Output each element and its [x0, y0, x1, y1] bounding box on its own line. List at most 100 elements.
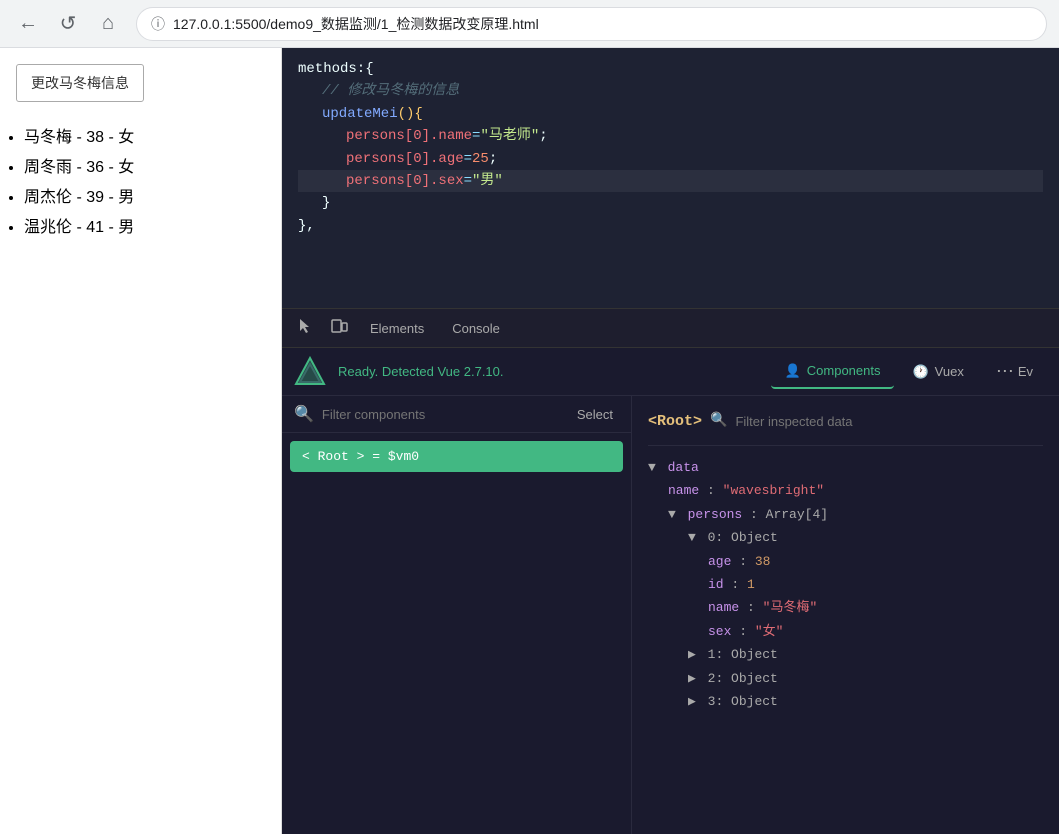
back-button[interactable]: ←: [12, 8, 44, 40]
webpage-panel: 更改马冬梅信息 马冬梅 - 38 - 女 周冬雨 - 36 - 女 周杰伦 - …: [0, 48, 282, 834]
code-text: =: [472, 125, 480, 147]
list-item: 马冬梅 - 38 - 女: [24, 126, 265, 150]
home-button[interactable]: ⌂: [92, 8, 124, 40]
code-method: updateMei: [322, 103, 398, 125]
code-text: {: [365, 58, 373, 80]
code-line: methods: {: [298, 58, 1043, 80]
code-text: }: [322, 192, 330, 214]
code-line: // 修改马冬梅的信息: [298, 80, 1043, 102]
cursor-icon: [296, 317, 314, 335]
item2-expand-icon[interactable]: ▶: [688, 671, 696, 686]
data-section-key: data: [668, 460, 699, 475]
data-item1-row: ▶ 1: Object: [648, 643, 1043, 666]
components-panel: 🔍 Select < Root > = $vm0: [282, 396, 1059, 834]
persons-meta: Array[4]: [766, 507, 828, 522]
vue-header: Ready. Detected Vue 2.7.10. 👤 Components…: [282, 348, 1059, 396]
list-item: 周冬雨 - 36 - 女: [24, 156, 265, 180]
code-line: persons[0].age = 25 ;: [298, 148, 1043, 170]
colon6: :: [739, 624, 755, 639]
data-name-item-row: name : "马冬梅": [648, 596, 1043, 619]
code-line: persons[0].name = "马老师" ;: [298, 125, 1043, 147]
device-toggle-button[interactable]: [324, 313, 354, 344]
events-tab-label: Ev: [1018, 364, 1033, 379]
code-text: =: [464, 170, 472, 192]
code-text: persons[0].name: [346, 125, 472, 147]
code-text: ;: [539, 125, 547, 147]
code-line: }: [298, 192, 1043, 214]
breadcrumb-root-tag: <Root>: [648, 408, 702, 435]
events-tab-icon: ⋯: [996, 361, 1012, 382]
url-text: 127.0.0.1:5500/demo9_数据监测/1_检测数据改变原理.htm…: [173, 14, 1032, 34]
data-collapse-icon[interactable]: ▼: [648, 460, 656, 475]
inspect-element-button[interactable]: [290, 313, 320, 344]
data-section: ▼ data name : "wavesbright" ▼ persons: [648, 456, 1043, 713]
persons-collapse-icon[interactable]: ▼: [668, 507, 676, 522]
root-vm-label: = $vm0: [372, 449, 419, 464]
data-age-row: age : 38: [648, 550, 1043, 573]
filter-data-input[interactable]: [735, 414, 911, 429]
components-tab-icon: 👤: [785, 363, 801, 379]
vuex-tab-icon: 🕐: [912, 364, 928, 380]
vuex-tab-label: Vuex: [935, 364, 964, 379]
devtools-toolbar: Elements Console: [282, 308, 1059, 348]
tab-vuex[interactable]: 🕐 Vuex: [898, 356, 977, 388]
data-panel: <Root> 🔍 ▼ data name :: [632, 396, 1059, 834]
right-panel: methods: { // 修改马冬梅的信息 updateMei(){ pers…: [282, 48, 1059, 834]
elements-tab[interactable]: Elements: [358, 313, 436, 344]
data-name-row: name : "wavesbright": [648, 479, 1043, 502]
filter-components-input[interactable]: [322, 407, 563, 422]
code-editor: methods: { // 修改马冬梅的信息 updateMei(){ pers…: [282, 48, 1059, 308]
update-button[interactable]: 更改马冬梅信息: [16, 64, 144, 102]
tab-events[interactable]: ⋯ Ev: [982, 353, 1047, 390]
code-text: methods:: [298, 58, 365, 80]
item2-label: 2: Object: [708, 671, 778, 686]
address-bar[interactable]: ⓘ 127.0.0.1:5500/demo9_数据监测/1_检测数据改变原理.h…: [136, 7, 1047, 41]
code-text: (){: [398, 103, 423, 125]
data-persons-row: ▼ persons : Array[4]: [648, 503, 1043, 526]
root-tag: < Root >: [302, 449, 364, 464]
item0-label: 0: Object: [708, 530, 778, 545]
sex-key: sex: [708, 624, 731, 639]
data-item3-row: ▶ 3: Object: [648, 690, 1043, 713]
select-button[interactable]: Select: [571, 405, 619, 424]
code-text: 25: [472, 148, 489, 170]
colon5: :: [747, 600, 763, 615]
colon4: :: [731, 577, 747, 592]
persons-key: persons: [688, 507, 743, 522]
item1-label: 1: Object: [708, 647, 778, 662]
comp-breadcrumb: <Root> 🔍: [648, 408, 1043, 446]
vue-tabs: 👤 Components 🕐 Vuex ⋯ Ev: [771, 353, 1047, 390]
colon2: :: [750, 507, 766, 522]
data-item2-row: ▶ 2: Object: [648, 667, 1043, 690]
code-text: persons[0].age: [346, 148, 464, 170]
item1-expand-icon[interactable]: ▶: [688, 647, 696, 662]
comp-search-bar: 🔍 Select: [282, 396, 631, 433]
code-line: updateMei(){: [298, 103, 1043, 125]
root-component-item[interactable]: < Root > = $vm0: [290, 441, 623, 472]
data-header-row: ▼ data: [648, 456, 1043, 479]
sex-val: "女": [755, 624, 784, 639]
list-item: 周杰伦 - 39 - 男: [24, 186, 265, 210]
code-line: },: [298, 215, 1043, 237]
console-tab[interactable]: Console: [440, 313, 512, 344]
main-area: 更改马冬梅信息 马冬梅 - 38 - 女 周冬雨 - 36 - 女 周杰伦 - …: [0, 48, 1059, 834]
code-line-highlighted: persons[0].sex = "男": [298, 170, 1043, 192]
code-text: "马老师": [480, 125, 539, 147]
search-icon-sm: 🔍: [710, 409, 727, 434]
code-text: "男": [472, 170, 503, 192]
comp-sidebar: 🔍 Select < Root > = $vm0: [282, 396, 632, 834]
tab-components[interactable]: 👤 Components: [771, 355, 895, 389]
vue-devtools: Ready. Detected Vue 2.7.10. 👤 Components…: [282, 348, 1059, 834]
person-list: 马冬梅 - 38 - 女 周冬雨 - 36 - 女 周杰伦 - 39 - 男 温…: [0, 118, 281, 262]
colon: :: [707, 483, 723, 498]
data-item0-row: ▼ 0: Object: [648, 526, 1043, 549]
list-item: 温兆伦 - 41 - 男: [24, 216, 265, 240]
item3-expand-icon[interactable]: ▶: [688, 694, 696, 709]
components-tab-label: Components: [807, 363, 881, 378]
item0-collapse-icon[interactable]: ▼: [688, 530, 696, 545]
code-comment: // 修改马冬梅的信息: [322, 80, 459, 102]
id-val: 1: [747, 577, 755, 592]
refresh-button[interactable]: ↺: [52, 8, 84, 40]
item3-label: 3: Object: [708, 694, 778, 709]
device-icon: [330, 317, 348, 335]
